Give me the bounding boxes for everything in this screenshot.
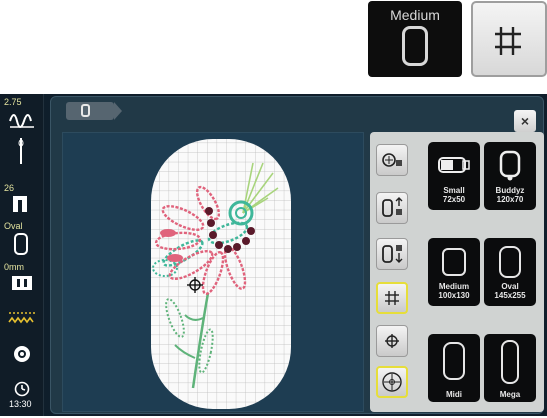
hoop-mega-icon bbox=[501, 340, 519, 384]
hoop-icon[interactable] bbox=[12, 232, 30, 256]
medium-hoop-icon: Medium bbox=[368, 1, 462, 77]
stitch-area bbox=[62, 132, 364, 412]
presser-foot-icon[interactable] bbox=[9, 194, 33, 214]
hoop-medium-icon bbox=[442, 248, 466, 276]
hoop-move-up-button[interactable] bbox=[376, 192, 408, 224]
hoop-medium-size: 100x130 bbox=[438, 291, 470, 300]
bobbin-icon[interactable] bbox=[12, 344, 32, 364]
hoop-oval-size: 145x255 bbox=[494, 291, 526, 300]
hoop-small-button[interactable]: Small 72x50 bbox=[428, 142, 480, 210]
hoop-mega-name: Mega bbox=[499, 390, 521, 399]
hoop-buddyz-icon bbox=[499, 150, 521, 181]
center-mark-button[interactable] bbox=[376, 325, 408, 357]
hoop-options-column: Small 72x50 Buddyz 120x70 Medium 100x130… bbox=[370, 132, 544, 412]
hoop-buddyz-size: 120x70 bbox=[496, 195, 524, 204]
close-button[interactable]: × bbox=[514, 110, 536, 132]
hoop-midi-icon bbox=[443, 342, 465, 380]
status-sidebar: 2.75 26 Oval 0mm 13:30 bbox=[0, 94, 44, 416]
hoop-small-icon bbox=[438, 157, 470, 173]
grid-toggle-button[interactable] bbox=[376, 282, 408, 314]
hoop-tab[interactable] bbox=[66, 102, 122, 120]
hoop-check-icon bbox=[382, 153, 402, 167]
hoop-move-down-button[interactable] bbox=[376, 238, 408, 270]
medium-hoop-label: Medium bbox=[390, 7, 440, 23]
grid-toggle-icon bbox=[471, 1, 547, 77]
feed-dog-icon[interactable] bbox=[8, 310, 36, 326]
stitch-width-icon[interactable] bbox=[8, 107, 36, 129]
hoop-center-icon bbox=[382, 372, 402, 392]
hoop-check-button[interactable] bbox=[376, 144, 408, 176]
hoop-medium-button[interactable]: Medium 100x130 bbox=[428, 238, 480, 306]
hoop-oval-icon bbox=[499, 246, 521, 278]
stitch-width-value: 2.75 bbox=[4, 97, 22, 107]
needle-icon[interactable] bbox=[14, 136, 28, 168]
hoop-center-button[interactable] bbox=[376, 366, 408, 398]
hoop-medium-name: Medium bbox=[438, 282, 470, 291]
hoop-type-label: Oval bbox=[4, 221, 23, 231]
crosshair-icon bbox=[385, 334, 399, 348]
hoop-oval-name: Oval bbox=[501, 282, 519, 291]
grid-icon bbox=[495, 27, 521, 55]
hoop-up-icon bbox=[382, 197, 403, 217]
hoop-mega-button[interactable]: Mega bbox=[484, 334, 536, 402]
hoop-small-name: Small bbox=[443, 186, 465, 195]
hoop-down-icon bbox=[382, 245, 403, 263]
hoop-midi-button[interactable]: Midi bbox=[428, 334, 480, 402]
hoop-buddyz-name: Buddyz bbox=[495, 186, 525, 195]
grid-icon bbox=[385, 291, 399, 305]
hoop-preview bbox=[151, 139, 291, 409]
hoop-small-size: 72x50 bbox=[442, 195, 466, 204]
time-display: 13:30 bbox=[9, 399, 32, 409]
hoop-outline-icon bbox=[81, 104, 90, 117]
thread-size-label: 0mm bbox=[4, 262, 24, 272]
presser-foot-number: 26 bbox=[4, 183, 15, 193]
hoop-outline-icon bbox=[402, 26, 428, 66]
clock-icon bbox=[14, 381, 30, 397]
hoop-midi-name: Midi bbox=[446, 390, 462, 399]
hoop-oval-button[interactable]: Oval 145x255 bbox=[484, 238, 536, 306]
hoop-buddyz-button[interactable]: Buddyz 120x70 bbox=[484, 142, 536, 210]
stitch-plate-icon[interactable] bbox=[11, 274, 33, 292]
